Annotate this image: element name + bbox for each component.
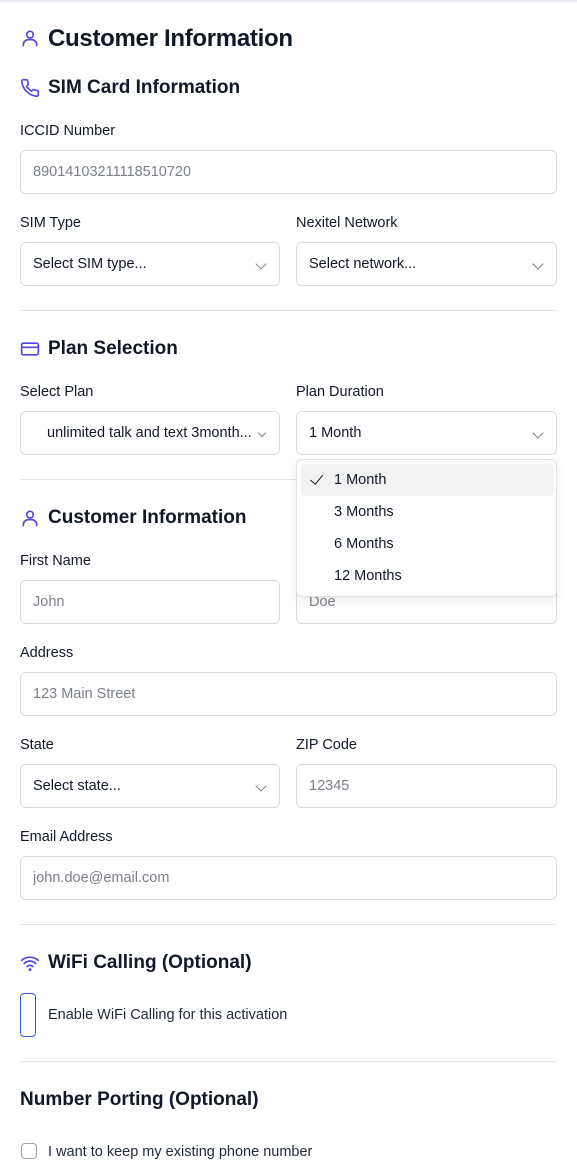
address-input[interactable]: 123 Main Street xyxy=(20,672,557,716)
zip-label: ZIP Code xyxy=(296,737,357,753)
network-label: Nexitel Network xyxy=(296,215,398,231)
chevron-down-icon xyxy=(532,427,544,439)
divider xyxy=(20,1061,557,1062)
dropdown-option[interactable]: 3 Months xyxy=(301,496,554,528)
section-title-customer: Customer Information xyxy=(48,507,247,528)
user-icon xyxy=(22,510,38,527)
credit-card-icon xyxy=(20,342,40,356)
network-select[interactable]: Select network... xyxy=(296,242,557,286)
divider xyxy=(20,924,557,925)
first-name-placeholder: John xyxy=(33,594,65,610)
address-label: Address xyxy=(20,645,74,661)
sim-type-value: Select SIM type... xyxy=(33,256,147,272)
address-placeholder: 123 Main Street xyxy=(33,686,136,702)
email-input[interactable]: john.doe@email.com xyxy=(20,856,557,900)
page-title: Customer Information xyxy=(48,25,293,52)
zip-placeholder: 12345 xyxy=(309,778,350,794)
plan-duration-value: 1 Month xyxy=(309,425,362,441)
state-label: State xyxy=(20,737,54,753)
dropdown-option[interactable]: 12 Months xyxy=(301,560,554,592)
option-label: 12 Months xyxy=(334,568,402,584)
first-name-label: First Name xyxy=(20,553,91,569)
section-title-sim: SIM Card Information xyxy=(48,77,241,98)
plan-value: unlimited talk and text 3month... xyxy=(47,425,252,441)
top-border xyxy=(0,0,577,2)
iccid-label: ICCID Number xyxy=(20,123,116,139)
network-value: Select network... xyxy=(309,256,417,272)
select-plan-label: Select Plan xyxy=(20,384,94,400)
wifi-calling-toggle[interactable] xyxy=(20,993,36,1037)
plan-duration-label: Plan Duration xyxy=(296,384,384,400)
sim-type-label: SIM Type xyxy=(20,215,81,231)
section-title-plan: Plan Selection xyxy=(48,338,178,359)
section-title-wifi: WiFi Calling (Optional) xyxy=(48,952,252,973)
keep-number-checkbox[interactable] xyxy=(21,1143,37,1159)
option-label: 6 Months xyxy=(334,536,394,552)
user-icon xyxy=(22,30,38,47)
state-select[interactable]: Select state... xyxy=(20,764,280,808)
plan-duration-dropdown: 1 Month 3 Months 6 Months 12 Months xyxy=(296,459,557,597)
option-label: 3 Months xyxy=(334,504,394,520)
dropdown-option[interactable]: 1 Month xyxy=(301,464,554,496)
plan-select[interactable]: unlimited talk and text 3month... xyxy=(20,411,280,455)
phone-icon xyxy=(20,78,40,98)
email-label: Email Address xyxy=(20,829,113,845)
state-value: Select state... xyxy=(33,778,121,794)
wifi-calling-label: Enable WiFi Calling for this activation xyxy=(48,1007,288,1023)
zip-input[interactable]: 12345 xyxy=(296,764,557,808)
sim-type-select[interactable]: Select SIM type... xyxy=(20,242,280,286)
dropdown-option[interactable]: 6 Months xyxy=(301,528,554,560)
plan-duration-select[interactable]: 1 Month xyxy=(296,411,557,455)
first-name-input[interactable]: John xyxy=(20,580,280,624)
divider xyxy=(20,310,557,311)
chevron-down-icon xyxy=(532,258,544,270)
chevron-down-icon xyxy=(255,258,267,270)
section-title-porting: Number Porting (Optional) xyxy=(20,1089,259,1110)
iccid-input[interactable]: 89014103211118510720 xyxy=(20,150,557,194)
option-label: 1 Month xyxy=(334,472,387,488)
email-placeholder: john.doe@email.com xyxy=(33,870,170,886)
check-icon xyxy=(309,471,324,485)
wifi-icon xyxy=(20,956,40,972)
keep-number-label: I want to keep my existing phone number xyxy=(48,1144,313,1160)
chevron-down-icon xyxy=(255,780,267,792)
iccid-placeholder: 89014103211118510720 xyxy=(33,164,192,180)
chevron-down-icon xyxy=(257,428,267,438)
